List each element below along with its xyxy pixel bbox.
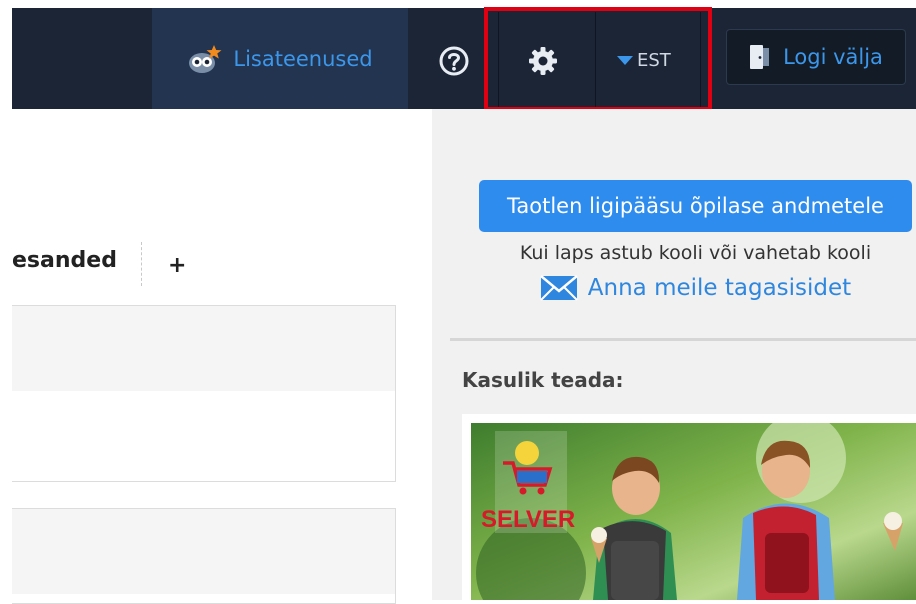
- panel-body: [12, 391, 396, 482]
- promo-brand-text: SELVER: [481, 506, 575, 533]
- help-button[interactable]: [438, 45, 470, 77]
- highlight-annotation: [484, 7, 712, 111]
- extra-services-button[interactable]: Lisateenused: [152, 8, 408, 109]
- add-tab-button[interactable]: +: [168, 253, 186, 278]
- door-exit-icon: [750, 45, 770, 69]
- useful-info-title: Kasulik teada:: [462, 368, 624, 392]
- request-student-data-access-button[interactable]: Taotlen ligipääsu õpilase andmetele: [479, 180, 912, 232]
- request-access-hint: Kui laps astub kooli või vahetab kooli: [519, 242, 872, 264]
- logout-button[interactable]: Logi välja: [726, 29, 906, 85]
- envelope-icon: [539, 275, 578, 301]
- promo-banner[interactable]: SELVER: [462, 414, 916, 600]
- tab-divider: [141, 242, 142, 286]
- panel-header: [12, 508, 396, 595]
- feedback-label: Anna meile tagasisidet: [587, 275, 852, 301]
- sidebar-divider: [450, 338, 916, 341]
- panel-header: [12, 305, 396, 392]
- extra-services-label: Lisateenused: [233, 46, 373, 71]
- panel-body: [12, 594, 396, 604]
- feedback-link[interactable]: Anna meile tagasisidet: [479, 274, 912, 302]
- logout-label: Logi välja: [783, 45, 883, 69]
- promo-image: SELVER: [471, 423, 916, 600]
- help-circle-icon: [439, 46, 469, 76]
- owl-icon: [189, 44, 222, 73]
- tab-assignments[interactable]: esanded: [12, 248, 117, 273]
